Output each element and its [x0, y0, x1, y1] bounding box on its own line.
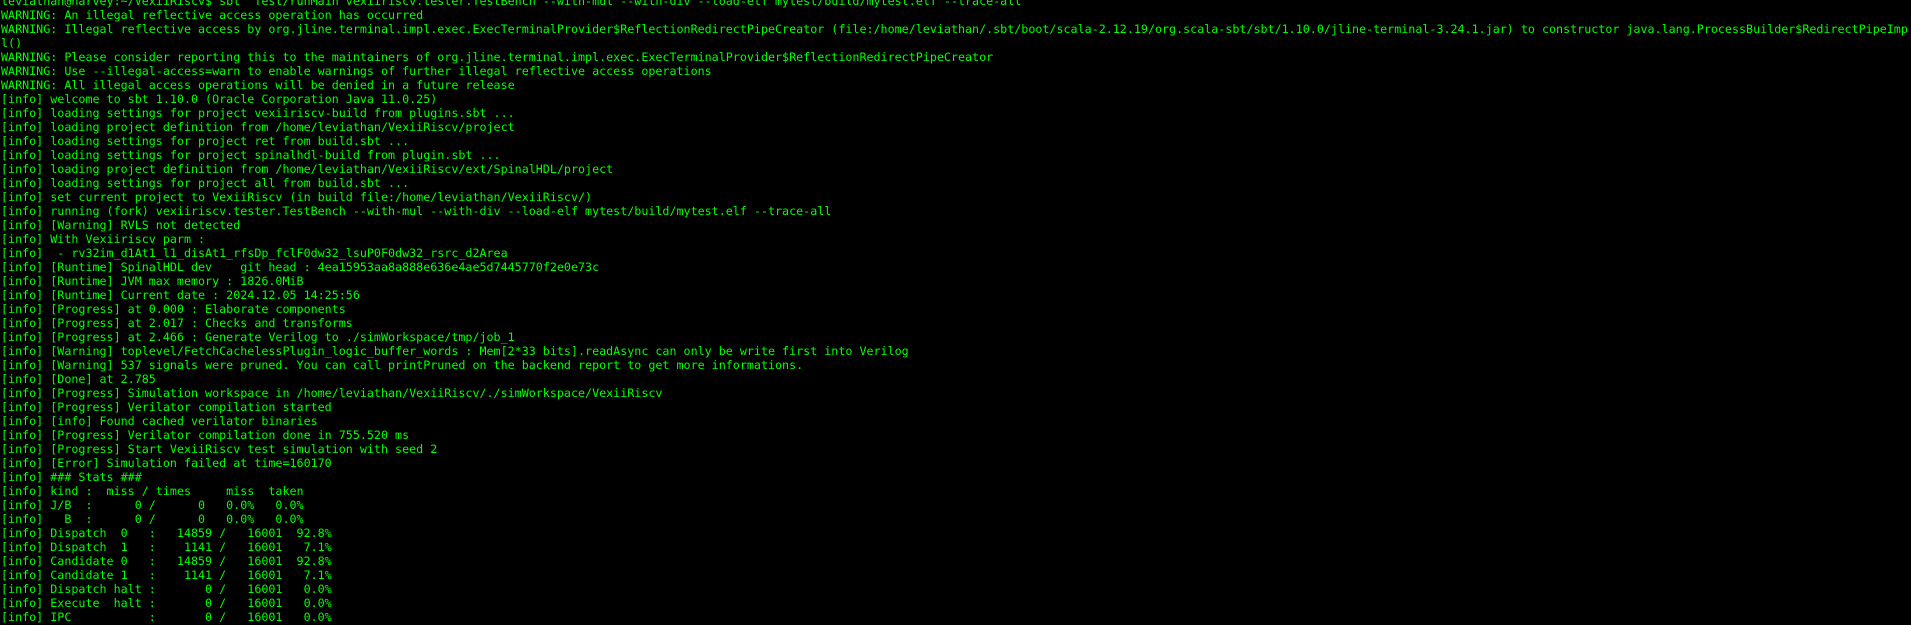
- terminal-line: [info] With Vexiiriscv parm :: [1, 232, 206, 246]
- terminal-line: [info] [Progress] at 0.000 : Elaborate c…: [1, 302, 346, 316]
- terminal-line: [info] loading settings for project all …: [1, 176, 410, 190]
- terminal-line: WARNING: Illegal reflective access by or…: [1, 22, 1908, 36]
- terminal-line: [info] Candidate 1 : 1141 / 16001 7.1%: [1, 568, 332, 582]
- terminal-line: WARNING: Use --illegal-access=warn to en…: [1, 64, 712, 78]
- terminal-line: [info] B : 0 / 0 0.0% 0.0%: [1, 512, 304, 526]
- terminal-line: [info] [Progress] Verilator compilation …: [1, 428, 410, 442]
- terminal-line: [info] [Warning] 537 signals were pruned…: [1, 358, 804, 372]
- terminal-line: [info] [Error] Simulation failed at time…: [1, 456, 332, 470]
- terminal-line: [info] [Progress] Start VexiiRiscv test …: [1, 442, 438, 456]
- terminal-line: [info] [Warning] toplevel/FetchCacheless…: [1, 344, 909, 358]
- terminal-line: WARNING: An illegal reflective access op…: [1, 8, 424, 22]
- terminal-line: [info] Dispatch halt : 0 / 16001 0.0%: [1, 582, 332, 596]
- terminal-line: [info] loading settings for project spin…: [1, 148, 501, 162]
- terminal-line-command: leviathan@harvey:~/VexiiRiscv$ sbt "Test…: [1, 0, 1029, 8]
- terminal-line: l(): [1, 36, 23, 50]
- terminal-line: WARNING: Please consider reporting this …: [1, 50, 994, 64]
- terminal-line: [info] - rv32im_d1At1_l1_disAt1_rfsDp_fc…: [1, 246, 508, 260]
- terminal-line: [info] [Runtime] JVM max memory : 1826.0…: [1, 274, 304, 288]
- terminal-line: [info] Candidate 0 : 14859 / 16001 92.8%: [1, 554, 332, 568]
- terminal-line: [info] J/B : 0 / 0 0.0% 0.0%: [1, 498, 304, 512]
- terminal-line: [info] set current project to VexiiRiscv…: [1, 190, 593, 204]
- terminal-line: [info] Dispatch 1 : 1141 / 16001 7.1%: [1, 540, 332, 554]
- terminal-line: [info] loading project definition from /…: [1, 162, 614, 176]
- terminal-line: [info] welcome to sbt 1.10.0 (Oracle Cor…: [1, 92, 438, 106]
- terminal-line: [info] loading settings for project vexi…: [1, 106, 515, 120]
- terminal-line: [info] [Warning] RVLS not detected: [1, 218, 241, 232]
- terminal-line: [info] loading settings for project ret …: [1, 134, 410, 148]
- terminal-line: [info] [Runtime] Current date : 2024.12.…: [1, 288, 360, 302]
- terminal-window[interactable]: leviathan@harvey:~/VexiiRiscv$ sbt "Test…: [0, 0, 1911, 625]
- terminal-line: [info] [Runtime] SpinalHDL dev git head …: [1, 260, 600, 274]
- terminal-line: [info] IPC : 0 / 16001 0.0%: [1, 610, 332, 624]
- terminal-line: [info] [Done] at 2.785: [1, 372, 156, 386]
- terminal-line: [info] Execute halt : 0 / 16001 0.0%: [1, 596, 332, 610]
- terminal-line: [info] [info] Found cached verilator bin…: [1, 414, 318, 428]
- terminal-line: [info] [Progress] at 2.017 : Checks and …: [1, 316, 353, 330]
- terminal-line: WARNING: All illegal access operations w…: [1, 78, 515, 92]
- terminal-line: [info] loading project definition from /…: [1, 120, 515, 134]
- terminal-line: [info] kind : miss / times miss taken: [1, 484, 304, 498]
- terminal-line: [info] [Progress] at 2.466 : Generate Ve…: [1, 330, 515, 344]
- terminal-line: [info] Dispatch 0 : 14859 / 16001 92.8%: [1, 526, 332, 540]
- terminal-line: [info] [Progress] Simulation workspace i…: [1, 386, 663, 400]
- terminal-line: [info] ### Stats ###: [1, 470, 142, 484]
- terminal-line: [info] running (fork) vexiiriscv.tester.…: [1, 204, 832, 218]
- terminal-output: leviathan@harvey:~/VexiiRiscv$ sbt "Test…: [1, 0, 1908, 624]
- terminal-line: [info] [Progress] Verilator compilation …: [1, 400, 332, 414]
